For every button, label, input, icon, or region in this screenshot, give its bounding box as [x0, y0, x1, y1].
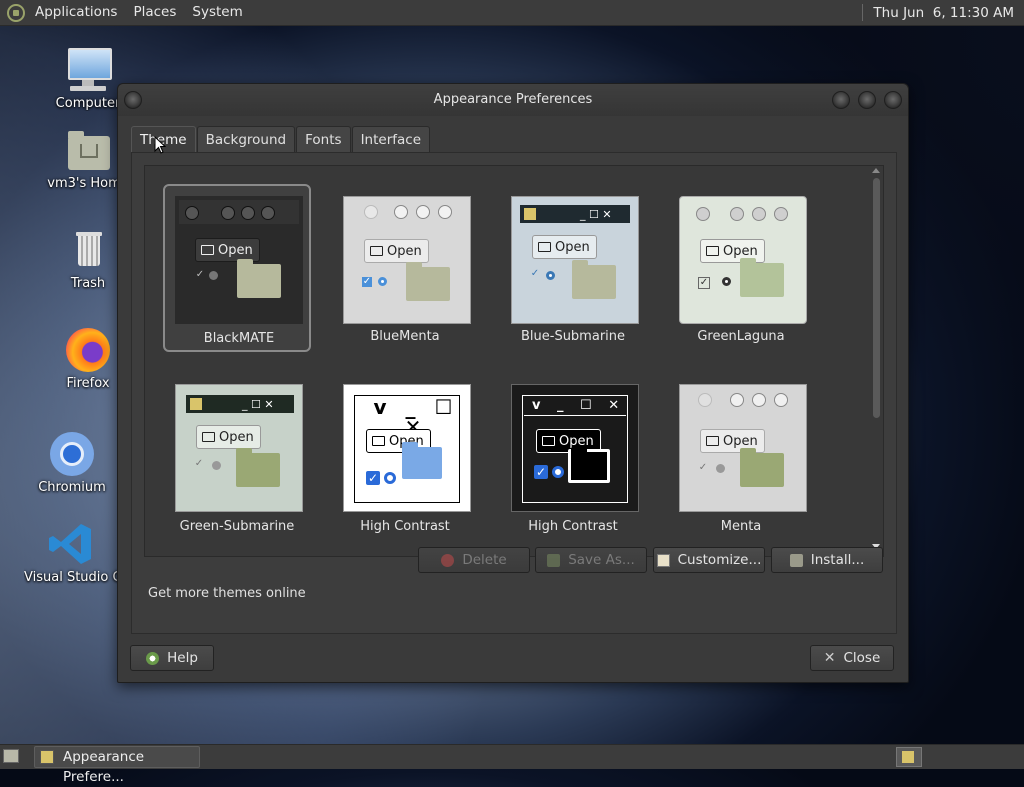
- theme-item-bluementa[interactable]: Open ✓ BlueMenta: [331, 184, 479, 352]
- folder-icon: [406, 262, 450, 301]
- theme-name: BlackMATE: [203, 331, 275, 346]
- help-icon: [146, 651, 160, 665]
- theme-preview: _ ☐ ✕ Open ✓: [511, 196, 639, 324]
- folder-open-icon: [706, 436, 719, 446]
- install-button[interactable]: Install...: [771, 547, 883, 573]
- chromium-icon: [48, 430, 96, 478]
- appearance-app-icon: [40, 750, 54, 764]
- customize-button[interactable]: Customize...: [653, 547, 765, 573]
- get-more-themes-link[interactable]: Get more themes online: [148, 586, 306, 601]
- scrollbar-thumb[interactable]: [873, 178, 880, 418]
- tab-background[interactable]: Background: [196, 126, 296, 153]
- preview-open-label: Open: [387, 244, 422, 259]
- workspace-switcher[interactable]: [896, 747, 922, 767]
- workspace-window-icon: [902, 751, 914, 763]
- preview-open-label: Open: [723, 434, 758, 449]
- save-as-button[interactable]: Save As...: [535, 547, 647, 573]
- folder-open-icon: [372, 436, 385, 446]
- tab-fonts[interactable]: Fonts: [296, 126, 351, 153]
- close-icon: ✕: [823, 650, 836, 666]
- theme-name: High Contrast: [528, 519, 618, 534]
- theme-item-green-submarine[interactable]: _ ☐ ✕ Open ✓ Green-Submarine: [163, 374, 311, 542]
- computer-icon: [64, 46, 112, 94]
- menu-applications[interactable]: Applications: [27, 0, 125, 25]
- menu-places[interactable]: Places: [125, 0, 184, 25]
- bottom-panel: Appearance Prefere...: [0, 744, 1024, 785]
- desktop-icon-chromium[interactable]: Chromium: [22, 430, 122, 495]
- preview-open-label: Open: [723, 244, 758, 259]
- panel-separator: [862, 4, 864, 21]
- folder-open-icon: [370, 246, 383, 256]
- theme-preview: Open ✓: [343, 196, 471, 324]
- desktop-icon-label: Chromium: [38, 480, 106, 495]
- delete-theme-button[interactable]: Delete: [418, 547, 530, 573]
- appearance-preferences-window: Appearance Preferences Theme Background …: [117, 83, 909, 683]
- delete-icon: [441, 553, 455, 567]
- customize-icon: [656, 553, 670, 567]
- mouse-cursor-icon: [154, 136, 166, 154]
- trash-icon: [64, 226, 112, 274]
- theme-preview: Open ✓: [679, 196, 807, 324]
- home-folder-icon: [64, 126, 112, 174]
- theme-item-high-contrast-inverse[interactable]: v _ ☐ ✕ Open ✓ High Contrast: [499, 374, 647, 542]
- vscode-icon: [47, 520, 95, 568]
- theme-preview: v _ ☐ ✕ Open ✓: [511, 384, 639, 512]
- show-desktop-icon[interactable]: [3, 749, 19, 763]
- theme-name: High Contrast: [360, 519, 450, 534]
- window-close-button[interactable]: [884, 91, 902, 109]
- folder-open-icon: [201, 245, 214, 255]
- minimize-button[interactable]: [832, 91, 850, 109]
- theme-name: Blue-Submarine: [520, 329, 626, 344]
- preview-open-label: Open: [218, 243, 253, 258]
- folder-open-icon: [202, 432, 215, 442]
- theme-name: GreenLaguna: [697, 329, 785, 344]
- theme-name: Menta: [720, 519, 762, 534]
- folder-icon: [740, 258, 784, 297]
- theme-list[interactable]: Open ✓ BlackMATE Open ✓ BlueMenta _ ☐ ✕ …: [144, 165, 884, 557]
- theme-tab-panel: Open ✓ BlackMATE Open ✓ BlueMenta _ ☐ ✕ …: [131, 152, 897, 634]
- folder-icon: [740, 448, 784, 487]
- theme-list-scrollbar[interactable]: [870, 168, 882, 552]
- theme-preview: Open ✓: [175, 196, 303, 324]
- help-button[interactable]: Help: [130, 645, 214, 671]
- folder-icon: [402, 442, 442, 479]
- taskbar-item-appearance[interactable]: Appearance Prefere...: [34, 746, 200, 785]
- theme-name: BlueMenta: [370, 329, 440, 344]
- save-icon: [547, 553, 561, 567]
- theme-item-blue-submarine[interactable]: _ ☐ ✕ Open ✓ Blue-Submarine: [499, 184, 647, 352]
- folder-icon: [568, 447, 610, 483]
- install-folder-icon: [789, 553, 803, 567]
- firefox-icon: [64, 326, 112, 374]
- tab-bar: Theme Background Fonts Interface: [131, 126, 431, 153]
- theme-preview: _ ☐ ✕ Open ✓: [175, 384, 303, 512]
- close-button[interactable]: ✕ Close: [810, 645, 894, 671]
- maximize-button[interactable]: [858, 91, 876, 109]
- scroll-up-arrow-icon[interactable]: [872, 168, 880, 173]
- desktop-icon-label: Visual Studio Code: [24, 570, 118, 585]
- theme-preview: v _ ☐ ✕ Open ✓: [343, 384, 471, 512]
- menu-system[interactable]: System: [184, 0, 250, 25]
- theme-item-greenlaguna[interactable]: Open ✓ GreenLaguna: [667, 184, 815, 352]
- theme-item-menta[interactable]: Open ✓ Menta: [667, 374, 815, 542]
- folder-icon: [237, 259, 281, 298]
- top-panel: Applications Places System Thu Jun 6, 11…: [0, 0, 1024, 26]
- desktop-icon-vscode[interactable]: Visual Studio Code: [24, 520, 118, 585]
- theme-name: Green-Submarine: [179, 519, 295, 534]
- preview-open-label: Open: [219, 430, 254, 445]
- preview-open-label: Open: [555, 240, 590, 255]
- tab-interface[interactable]: Interface: [351, 126, 431, 153]
- folder-open-icon: [542, 436, 555, 446]
- folder-icon: [572, 260, 616, 299]
- window-title: Appearance Preferences: [433, 92, 593, 107]
- theme-item-blackmate[interactable]: Open ✓ BlackMATE: [163, 184, 311, 352]
- folder-icon: [236, 448, 280, 487]
- window-titlebar[interactable]: Appearance Preferences: [118, 84, 908, 116]
- theme-item-high-contrast[interactable]: v _ ☐ ✕ Open ✓ High Contrast: [331, 374, 479, 542]
- clock[interactable]: Thu Jun 6, 11:30 AM: [869, 5, 1024, 21]
- folder-open-icon: [538, 242, 551, 252]
- theme-preview: Open ✓: [679, 384, 807, 512]
- folder-open-icon: [706, 246, 719, 256]
- main-menu: Applications Places System: [27, 0, 251, 25]
- mate-logo-icon[interactable]: [7, 3, 25, 22]
